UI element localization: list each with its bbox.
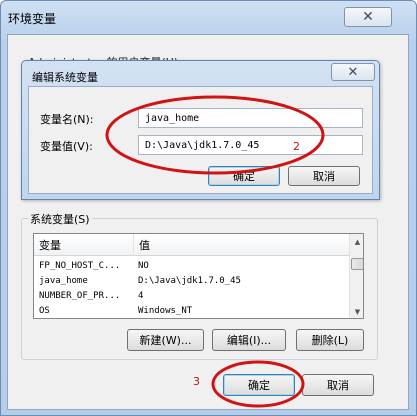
scrollbar-thumb[interactable] xyxy=(351,258,363,270)
variable-value-label: 变量值(V): xyxy=(40,140,93,153)
delete-variable-button[interactable]: 删除(L) xyxy=(296,329,364,351)
column-header-variable[interactable]: 变量 xyxy=(34,234,134,256)
system-variables-table[interactable]: 变量 值 FP_NO_HOST_C... NO java_home D:\Jav… xyxy=(33,233,364,319)
row-variable-name: FP_NO_HOST_C... xyxy=(39,261,121,271)
row-variable-name: NUMBER_OF_PR... xyxy=(39,291,121,301)
outer-ok-button[interactable]: 确定 xyxy=(223,374,295,396)
outer-cancel-button[interactable]: 取消 xyxy=(302,374,374,396)
outer-close-button[interactable]: ✕ xyxy=(344,7,392,27)
close-icon: ✕ xyxy=(347,64,359,80)
variable-value-input[interactable]: D:\Java\jdk1.7.0_45 xyxy=(138,135,363,155)
vertical-scrollbar[interactable]: ▲ ▼ xyxy=(349,234,363,318)
dialog-cancel-button[interactable]: 取消 xyxy=(288,166,360,186)
table-header: 变量 值 xyxy=(34,234,349,256)
new-variable-button[interactable]: 新建(W)... xyxy=(127,329,204,351)
row-variable-name: OS xyxy=(39,306,50,316)
dialog-title: 编辑系统变量 xyxy=(32,71,98,84)
dialog-close-button[interactable]: ✕ xyxy=(331,63,375,81)
table-row[interactable]: OS Windows_NT xyxy=(34,305,349,318)
annotation-marker-2: 2 xyxy=(293,140,300,153)
variable-name-label: 变量名(N): xyxy=(40,113,94,126)
table-row[interactable]: FP_NO_HOST_C... NO xyxy=(34,260,349,273)
edit-variable-button[interactable]: 编辑(I)... xyxy=(212,329,286,351)
system-variables-label: 系统变量(S) xyxy=(28,211,92,227)
row-variable-value: D:\Java\jdk1.7.0_45 xyxy=(138,276,241,286)
scroll-down-icon[interactable]: ▼ xyxy=(350,304,363,318)
dialog-ok-button[interactable]: 确定 xyxy=(208,166,280,186)
row-variable-value: 4 xyxy=(138,291,144,301)
close-icon: ✕ xyxy=(362,9,374,25)
window-title: 环境变量 xyxy=(8,12,57,26)
table-row[interactable]: java_home D:\Java\jdk1.7.0_45 xyxy=(34,275,349,288)
variable-name-input[interactable]: java_home xyxy=(138,108,363,128)
row-variable-name: java_home xyxy=(39,276,88,286)
row-variable-value: NO xyxy=(138,261,149,271)
row-variable-value: Windows_NT xyxy=(138,306,193,316)
annotation-marker-3: 3 xyxy=(193,375,200,388)
scroll-up-icon[interactable]: ▲ xyxy=(350,234,363,249)
table-row[interactable]: NUMBER_OF_PR... 4 xyxy=(34,290,349,303)
column-header-value[interactable]: 值 xyxy=(134,234,349,256)
